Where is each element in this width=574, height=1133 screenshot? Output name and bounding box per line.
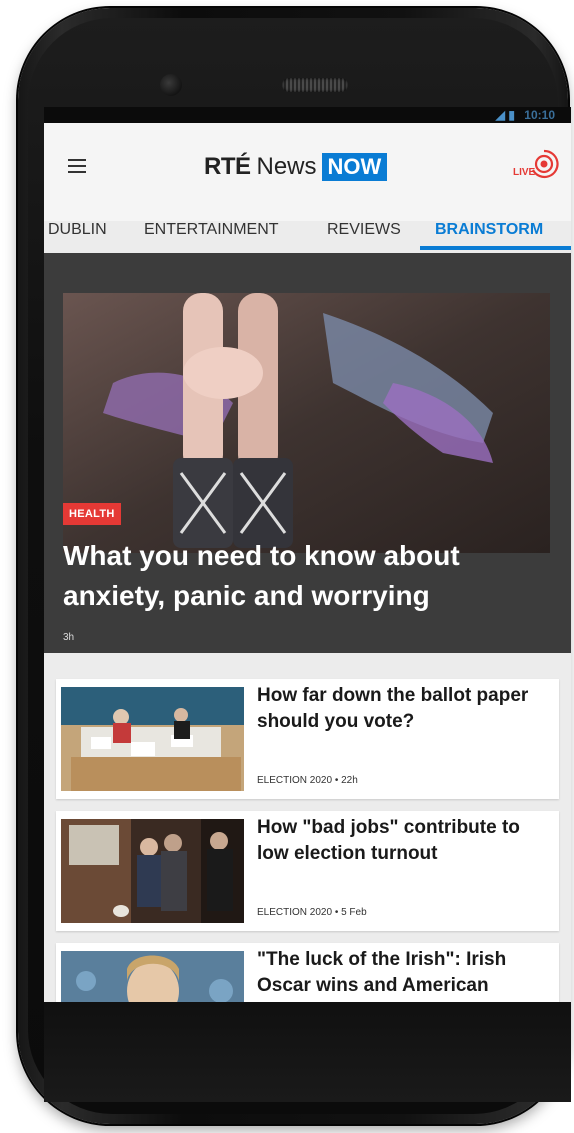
article-card[interactable]: "The luck of the Irish": Irish Oscar win… — [56, 943, 559, 1002]
article-thumbnail — [61, 687, 244, 791]
hero-image — [63, 293, 550, 553]
hamburger-menu-icon[interactable] — [68, 159, 86, 173]
front-camera — [160, 74, 182, 96]
article-card[interactable]: How "bad jobs" contribute to low electio… — [56, 811, 559, 931]
hero-timestamp: 3h — [63, 632, 75, 643]
article-meta: ELECTION 2020 • 22h — [257, 775, 358, 786]
logo-rte-text: RTÉ — [204, 153, 251, 180]
hero-article[interactable]: HEALTH What you need to know about anxie… — [44, 253, 571, 653]
app-screen: ◢ ▮ 10:10 RTÉ News NOW LIVE DUBLIN ENTER… — [44, 107, 571, 1002]
logo-news-text: News — [256, 153, 317, 180]
hero-headline[interactable]: What you need to know about anxiety, pan… — [63, 536, 543, 616]
article-card[interactable]: How far down the ballot paper should you… — [56, 679, 559, 799]
article-headline[interactable]: How "bad jobs" contribute to low electio… — [257, 815, 547, 867]
phone-chin — [44, 1002, 571, 1102]
category-tag[interactable]: HEALTH — [63, 503, 121, 525]
tab-reviews[interactable]: REVIEWS — [327, 221, 401, 239]
rte-news-now-logo: RTÉ News NOW — [204, 150, 388, 184]
logo-now-badge: NOW — [321, 153, 388, 181]
live-broadcast-icon — [532, 149, 559, 179]
signal-icon: ◢ ▮ — [495, 108, 515, 122]
active-tab-indicator — [420, 246, 571, 250]
live-button[interactable]: LIVE — [509, 147, 559, 183]
article-headline[interactable]: How far down the ballot paper should you… — [257, 683, 547, 735]
article-thumbnail — [61, 951, 244, 1002]
status-bar: ◢ ▮ 10:10 — [44, 107, 571, 123]
tab-brainstorm[interactable]: BRAINSTORM — [435, 221, 543, 239]
article-headline[interactable]: "The luck of the Irish": Irish Oscar win… — [257, 947, 547, 999]
article-meta: ELECTION 2020 • 5 Feb — [257, 907, 367, 918]
tab-entertainment[interactable]: ENTERTAINMENT — [144, 221, 279, 239]
article-thumbnail — [61, 819, 244, 923]
status-clock: 10:10 — [524, 108, 555, 122]
earpiece-speaker — [282, 78, 348, 92]
app-bar: RTÉ News NOW LIVE — [44, 123, 571, 221]
tab-dublin[interactable]: DUBLIN — [48, 221, 107, 239]
